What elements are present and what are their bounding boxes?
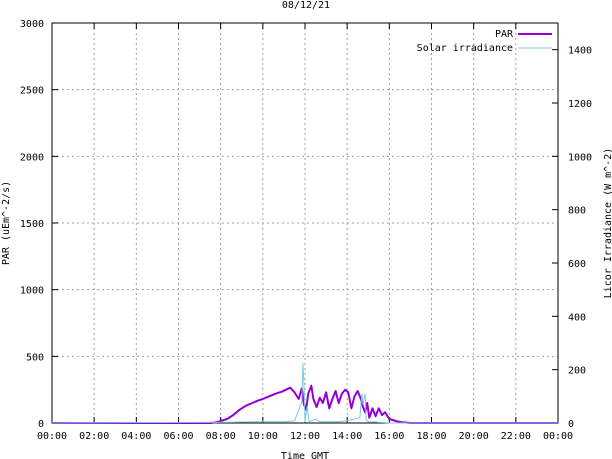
legend: PAR Solar irradiance (417, 29, 552, 54)
x-axis-label: Time GMT (281, 451, 329, 459)
y2-tick-label: 0 (568, 419, 574, 430)
legend-label-par: PAR (495, 29, 514, 40)
x-tick-labels: 00:00 02:00 04:00 06:00 08:00 10:00 12:00 14:00… (37, 431, 573, 442)
x-tick-label: 02:00 (79, 431, 109, 442)
y2-tick-label: 1200 (568, 99, 592, 110)
x-tick-label: 06:00 (163, 431, 193, 442)
x-tick-label: 00:00 (543, 431, 573, 442)
y-tick-label: 1500 (20, 219, 44, 230)
chart-svg: 00:00 02:00 04:00 06:00 08:00 10:00 12:00 14:00… (1, 0, 612, 459)
y2-tick-labels: 0 200 400 600 800 1000 1200 1400 (568, 46, 592, 430)
y2-axis-label: Licor Irradiance (W m^-2) (603, 148, 612, 299)
y2-tick-label: 600 (568, 259, 586, 270)
x-tick-label: 10:00 (248, 431, 278, 442)
x-tick-label: 16:00 (374, 431, 404, 442)
x-tick-label: 14:00 (332, 431, 362, 442)
legend-label-solar: Solar irradiance (417, 43, 513, 54)
y-tick-label: 2000 (20, 152, 44, 163)
y-tick-label: 0 (38, 419, 44, 430)
grid (52, 23, 558, 423)
y2-tick-label: 1000 (568, 152, 592, 163)
x-tick-label: 00:00 (37, 431, 67, 442)
y2-tick-label: 200 (568, 366, 586, 377)
y-tick-labels: 0 500 1000 1500 2000 2500 3000 (20, 19, 44, 430)
x-tick-label: 22:00 (501, 431, 531, 442)
chart: 00:00 02:00 04:00 06:00 08:00 10:00 12:00 14:00… (0, 0, 612, 459)
y-tick-label: 2500 (20, 86, 44, 97)
y2-tick-label: 400 (568, 312, 586, 323)
y-tick-label: 3000 (20, 19, 44, 30)
y-tick-label: 500 (26, 352, 44, 363)
x-tick-label: 20:00 (459, 431, 489, 442)
y2-tick-label: 1400 (568, 46, 592, 57)
x-tick-label: 04:00 (121, 431, 151, 442)
y-axis-label: PAR (uEm^-2/s) (1, 181, 12, 265)
y2-tick-label: 800 (568, 206, 586, 217)
y-tick-label: 1000 (20, 286, 44, 297)
chart-title: 08/12/21 (282, 0, 330, 11)
x-tick-label: 18:00 (416, 431, 446, 442)
x-tick-label: 12:00 (290, 431, 320, 442)
x-tick-label: 08:00 (206, 431, 236, 442)
